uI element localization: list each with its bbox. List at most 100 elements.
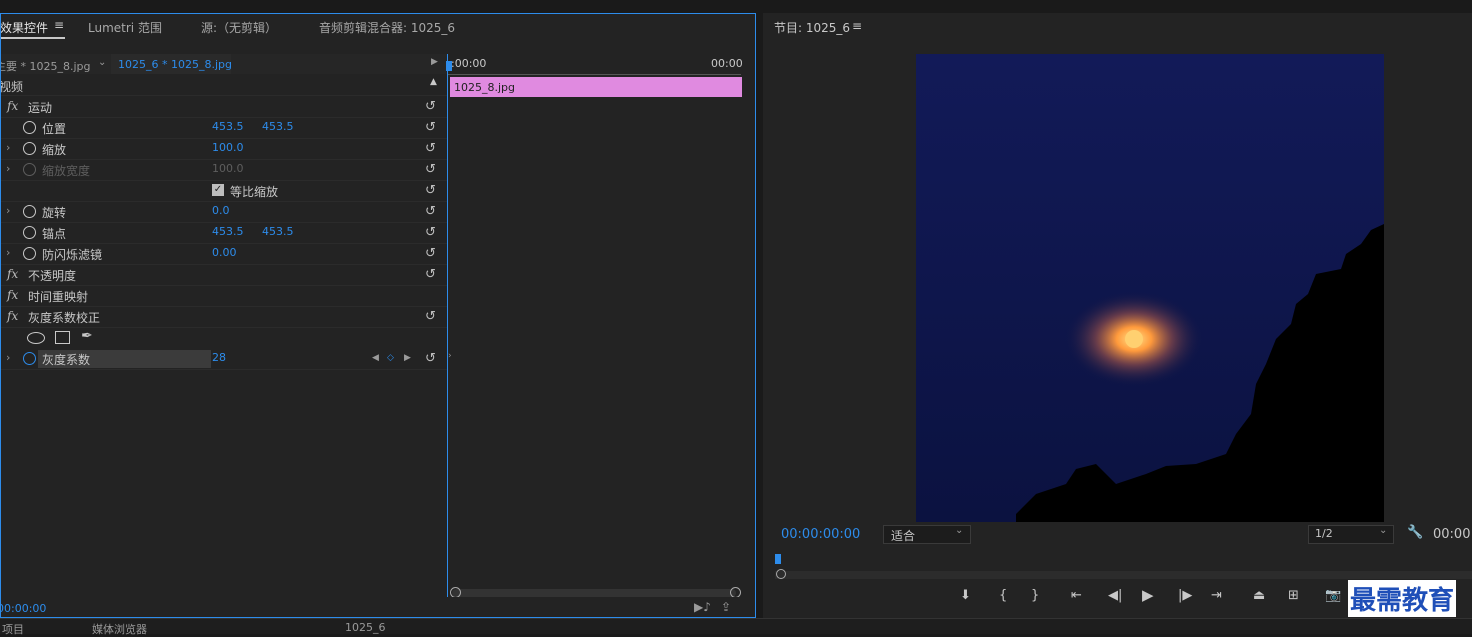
- lift-icon[interactable]: ⏏: [1253, 588, 1265, 603]
- pen-mask-icon[interactable]: ✒: [81, 328, 93, 344]
- stopwatch-icon[interactable]: [23, 226, 36, 239]
- rectangle-mask-icon[interactable]: [55, 331, 70, 344]
- effect-timeline: :00:00 00:00 1025_8.jpg ›: [446, 54, 743, 599]
- tab-source[interactable]: 源:（无剪辑）: [201, 19, 277, 36]
- chevron-right-icon[interactable]: ›: [6, 162, 10, 175]
- play-icon[interactable]: ▶: [1142, 586, 1154, 604]
- reset-icon[interactable]: ↺: [425, 141, 436, 156]
- playhead[interactable]: [446, 61, 452, 71]
- tab-audio-clip-mixer[interactable]: 音频剪辑混合器: 1025_6: [319, 19, 455, 36]
- position-x-value[interactable]: 453.5: [212, 120, 244, 133]
- reset-icon[interactable]: ↺: [425, 309, 436, 324]
- camera-icon[interactable]: 📷: [1325, 588, 1341, 603]
- chevron-right-icon[interactable]: ›: [6, 204, 10, 217]
- mask-tools-row: ✒: [1, 327, 447, 348]
- next-keyframe-icon[interactable]: ▶: [404, 353, 411, 363]
- scale-width-label: 缩放宽度: [42, 164, 91, 178]
- fx-icon[interactable]: fx: [7, 309, 18, 323]
- chevron-right-icon[interactable]: ›: [6, 141, 10, 154]
- tab-sequence[interactable]: 1025_6: [345, 621, 386, 634]
- chevron-down-icon[interactable]: ⌄: [955, 525, 963, 536]
- add-marker-icon[interactable]: ⬇: [960, 588, 971, 603]
- current-time[interactable]: 00:00:00: [1, 602, 46, 615]
- add-keyframe-icon[interactable]: ◇: [387, 353, 394, 363]
- extract-icon[interactable]: ⊞: [1288, 588, 1299, 603]
- stopwatch-icon[interactable]: [23, 121, 36, 134]
- reset-icon[interactable]: ↺: [425, 99, 436, 114]
- timeline-end-time: 00:00: [711, 57, 743, 70]
- reset-icon[interactable]: ↺: [425, 204, 436, 219]
- opacity-row[interactable]: fx 不透明度 ↺: [1, 264, 447, 286]
- panel-menu-icon[interactable]: ≡: [852, 19, 862, 33]
- chevron-right-icon[interactable]: ›: [6, 351, 10, 364]
- reset-icon[interactable]: ↺: [425, 120, 436, 135]
- play-only-clip-icon[interactable]: ▶: [431, 57, 438, 67]
- opacity-label: 不透明度: [28, 269, 77, 283]
- reset-icon[interactable]: ↺: [425, 162, 436, 177]
- tab-effect-controls[interactable]: 效果控件: [1, 19, 48, 36]
- anchor-y-value[interactable]: 453.5: [262, 225, 294, 238]
- export-icon[interactable]: ⇪: [721, 600, 731, 614]
- chevron-right-icon[interactable]: ›: [6, 246, 10, 259]
- tab-media-browser[interactable]: 媒体浏览器: [92, 621, 147, 637]
- tab-project[interactable]: 项目: [2, 621, 24, 637]
- chevron-down-icon[interactable]: ⌄: [98, 57, 106, 68]
- clip-bar[interactable]: 1025_8.jpg: [450, 77, 742, 97]
- ruler-line: [448, 74, 741, 75]
- chevron-down-icon[interactable]: ⌄: [1379, 525, 1387, 536]
- monitor-title[interactable]: 节目: 1025_6: [774, 19, 850, 36]
- go-to-out-icon[interactable]: ⇥: [1211, 588, 1222, 603]
- reset-icon[interactable]: ↺: [425, 351, 436, 366]
- video-header-row: 视频 ▲: [1, 75, 447, 96]
- rotation-value[interactable]: 0.0: [212, 204, 230, 217]
- scale-width-row: › 缩放宽度 100.0 ↺: [1, 159, 447, 181]
- panel-menu-icon[interactable]: ≡: [54, 18, 64, 32]
- go-to-in-icon[interactable]: ⇤: [1071, 588, 1082, 603]
- stopwatch-icon[interactable]: [23, 352, 36, 365]
- uniform-scale-checkbox[interactable]: ✓: [212, 184, 224, 196]
- step-forward-icon[interactable]: |▶: [1178, 588, 1192, 603]
- reset-icon[interactable]: ↺: [425, 225, 436, 240]
- stopwatch-icon[interactable]: [23, 142, 36, 155]
- audio-scrub-icon[interactable]: ▶♪: [694, 600, 711, 614]
- step-back-icon[interactable]: ◀|: [1108, 588, 1122, 603]
- end-timecode: 00:00:: [1433, 527, 1472, 542]
- scale-value[interactable]: 100.0: [212, 141, 244, 154]
- gamma-correction-row[interactable]: fx 灰度系数校正 ↺: [1, 306, 447, 328]
- reset-icon[interactable]: ↺: [425, 183, 436, 198]
- position-y-value[interactable]: 453.5: [262, 120, 294, 133]
- mark-in-icon[interactable]: {: [999, 588, 1007, 603]
- anchor-x-value[interactable]: 453.5: [212, 225, 244, 238]
- collapse-icon[interactable]: ▲: [430, 77, 437, 87]
- stopwatch-icon[interactable]: [23, 247, 36, 260]
- monitor-playhead[interactable]: [775, 554, 781, 564]
- playhead-timecode[interactable]: 00:00:00:00: [781, 527, 860, 542]
- fx-icon[interactable]: fx: [7, 267, 18, 281]
- mark-out-icon[interactable]: }: [1031, 588, 1039, 603]
- clip-selector-row: 主要 * 1025_8.jpg ⌄ 1025_6 * 1025_8.jpg ▶: [1, 54, 447, 74]
- panel-tab-bar: 效果控件 ≡ Lumetri 范围 源:（无剪辑） 音频剪辑混合器: 1025_…: [1, 14, 755, 42]
- reset-icon[interactable]: ↺: [425, 267, 436, 282]
- video-preview[interactable]: [916, 54, 1384, 522]
- monitor-timeline-bar[interactable]: [775, 571, 1472, 579]
- stopwatch-icon[interactable]: [23, 205, 36, 218]
- position-row: 位置 453.5 453.5 ↺: [1, 117, 447, 139]
- master-clip-label[interactable]: 主要 * 1025_8.jpg: [1, 58, 91, 74]
- prev-keyframe-icon[interactable]: ◀: [372, 353, 379, 363]
- timeline-ruler[interactable]: [448, 54, 741, 74]
- time-remap-row[interactable]: fx 时间重映射: [1, 285, 447, 307]
- gamma-value[interactable]: 28: [212, 351, 226, 364]
- wrench-icon[interactable]: 🔧: [1407, 525, 1423, 540]
- motion-row[interactable]: fx 运动 ↺: [1, 96, 447, 118]
- keyframe-marker-icon[interactable]: ›: [448, 351, 452, 361]
- tab-lumetri-scopes[interactable]: Lumetri 范围: [88, 19, 162, 36]
- time-remap-label: 时间重映射: [28, 290, 89, 304]
- sequence-clip-label[interactable]: 1025_6 * 1025_8.jpg: [118, 58, 232, 71]
- scale-row: › 缩放 100.0 ↺: [1, 138, 447, 160]
- anti-flicker-value[interactable]: 0.00: [212, 246, 237, 259]
- timeline-scrollbar[interactable]: [452, 589, 736, 597]
- ellipse-mask-icon[interactable]: [27, 332, 45, 344]
- reset-icon[interactable]: ↺: [425, 246, 436, 261]
- fx-icon[interactable]: fx: [7, 99, 18, 113]
- scroll-handle-left[interactable]: [776, 569, 786, 579]
